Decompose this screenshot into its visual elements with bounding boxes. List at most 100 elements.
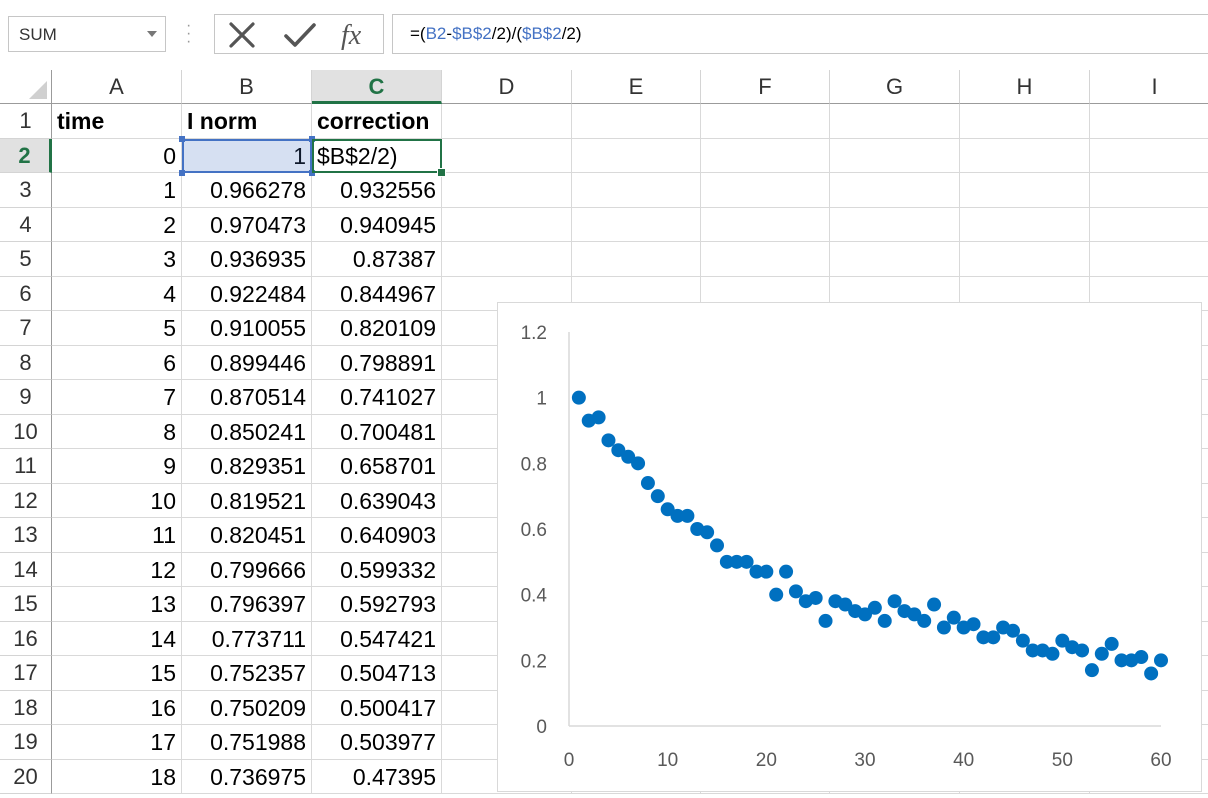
cell-b17[interactable]: 0.752357 <box>182 656 312 691</box>
data-point[interactable] <box>808 590 823 605</box>
cell-a15[interactable]: 13 <box>52 587 182 622</box>
cell-i2[interactable] <box>1090 139 1208 173</box>
cell-e3[interactable] <box>572 173 701 208</box>
cell-a13[interactable]: 11 <box>52 518 182 553</box>
cell-a19[interactable]: 17 <box>52 725 182 760</box>
cell-c20[interactable]: 0.47395 <box>312 759 442 794</box>
column-header-f[interactable]: F <box>701 70 830 104</box>
data-point[interactable] <box>571 390 586 405</box>
data-point[interactable] <box>966 617 981 632</box>
cell-i3[interactable] <box>1090 173 1208 208</box>
cell-g1[interactable] <box>830 104 960 139</box>
cell-h3[interactable] <box>960 173 1090 208</box>
cell-b1[interactable]: I norm <box>182 104 312 139</box>
cell-b5[interactable]: 0.936935 <box>182 242 312 277</box>
reference-resize-handle[interactable] <box>179 135 185 142</box>
cell-i4[interactable] <box>1090 208 1208 242</box>
data-point[interactable] <box>739 554 754 569</box>
cell-c18[interactable]: 0.500417 <box>312 690 442 725</box>
cell-b15[interactable]: 0.796397 <box>182 587 312 622</box>
formula-input[interactable]: =(B2-$B$2/2)/($B$2/2) <box>392 14 1208 54</box>
column-header-g[interactable]: G <box>830 70 960 104</box>
data-point[interactable] <box>591 410 606 425</box>
cell-a1[interactable]: time <box>52 104 182 139</box>
cell-b7[interactable]: 0.910055 <box>182 311 312 346</box>
data-point[interactable] <box>1084 663 1099 678</box>
row-header-5[interactable]: 5 <box>0 242 52 277</box>
cell-b6[interactable]: 0.922484 <box>182 276 312 311</box>
data-point[interactable] <box>650 489 665 504</box>
cell-a11[interactable]: 9 <box>52 449 182 484</box>
cell-b2[interactable]: 1 <box>182 138 312 173</box>
column-header-d[interactable]: D <box>442 70 572 104</box>
row-header-6[interactable]: 6 <box>0 276 52 311</box>
cell-g4[interactable] <box>830 207 960 242</box>
cell-c2[interactable]: $B$2/2) <box>312 138 442 173</box>
check-icon[interactable] <box>283 21 317 49</box>
chevron-down-icon[interactable] <box>147 31 157 37</box>
cell-e4[interactable] <box>572 207 701 242</box>
row-header-2[interactable]: 2 <box>0 138 52 173</box>
cell-h4[interactable] <box>960 207 1090 242</box>
reference-resize-handle[interactable] <box>179 170 185 176</box>
row-header-11[interactable]: 11 <box>0 449 52 484</box>
grip-handle-icon[interactable]: · · · <box>186 18 191 50</box>
cell-d4[interactable] <box>442 207 572 242</box>
reference-resize-handle[interactable] <box>309 170 315 176</box>
data-point[interactable] <box>936 620 951 635</box>
cell-a20[interactable]: 18 <box>52 759 182 794</box>
data-point[interactable] <box>946 610 961 625</box>
row-header-18[interactable]: 18 <box>0 690 52 725</box>
scatter-chart[interactable]: 0 0.2 0.4 0.6 0.8 1 1.2 0 10 20 30 40 50 60 <box>497 302 1202 792</box>
row-header-17[interactable]: 17 <box>0 656 52 691</box>
fill-handle[interactable] <box>437 168 446 177</box>
cell-c1[interactable]: correction <box>312 104 442 139</box>
cell-a5[interactable]: 3 <box>52 242 182 277</box>
data-point[interactable] <box>779 564 794 579</box>
cell-b14[interactable]: 0.799666 <box>182 552 312 587</box>
data-point[interactable] <box>1134 650 1149 665</box>
cell-b16[interactable]: 0.773711 <box>182 621 312 656</box>
cell-g2[interactable] <box>830 138 960 173</box>
data-point[interactable] <box>818 613 833 628</box>
data-point[interactable] <box>1104 636 1119 651</box>
data-point[interactable] <box>927 597 942 612</box>
cell-h5[interactable] <box>960 242 1090 277</box>
name-box[interactable]: SUM <box>8 16 166 52</box>
cell-b3[interactable]: 0.966278 <box>182 173 312 208</box>
reference-resize-handle[interactable] <box>309 135 315 142</box>
data-point[interactable] <box>1015 633 1030 648</box>
cell-b20[interactable]: 0.736975 <box>182 759 312 794</box>
data-point[interactable] <box>1075 643 1090 658</box>
column-header-e[interactable]: E <box>572 70 701 104</box>
data-point[interactable] <box>631 456 646 471</box>
cell-a17[interactable]: 15 <box>52 656 182 691</box>
row-header-9[interactable]: 9 <box>0 380 52 415</box>
cell-c8[interactable]: 0.798891 <box>312 345 442 380</box>
cell-b10[interactable]: 0.850241 <box>182 414 312 449</box>
cell-a7[interactable]: 5 <box>52 311 182 346</box>
data-point[interactable] <box>917 613 932 628</box>
cell-c19[interactable]: 0.503977 <box>312 725 442 760</box>
cell-c11[interactable]: 0.658701 <box>312 449 442 484</box>
cell-e2[interactable] <box>572 138 701 173</box>
cell-f5[interactable] <box>701 242 830 277</box>
cell-a18[interactable]: 16 <box>52 690 182 725</box>
close-icon[interactable] <box>227 21 257 49</box>
cell-c6[interactable]: 0.844967 <box>312 276 442 311</box>
cell-a14[interactable]: 12 <box>52 552 182 587</box>
data-point[interactable] <box>867 600 882 615</box>
cell-b8[interactable]: 0.899446 <box>182 345 312 380</box>
row-header-3[interactable]: 3 <box>0 173 52 208</box>
cell-e1[interactable] <box>572 104 701 139</box>
row-header-13[interactable]: 13 <box>0 518 52 553</box>
cell-c12[interactable]: 0.639043 <box>312 483 442 518</box>
cell-h1[interactable] <box>960 104 1090 139</box>
cell-d3[interactable] <box>442 173 572 208</box>
cell-i5[interactable] <box>1090 242 1208 277</box>
cell-a8[interactable]: 6 <box>52 345 182 380</box>
cell-a3[interactable]: 1 <box>52 173 182 208</box>
cell-c17[interactable]: 0.504713 <box>312 656 442 691</box>
row-header-7[interactable]: 7 <box>0 311 52 346</box>
data-point[interactable] <box>640 476 655 491</box>
